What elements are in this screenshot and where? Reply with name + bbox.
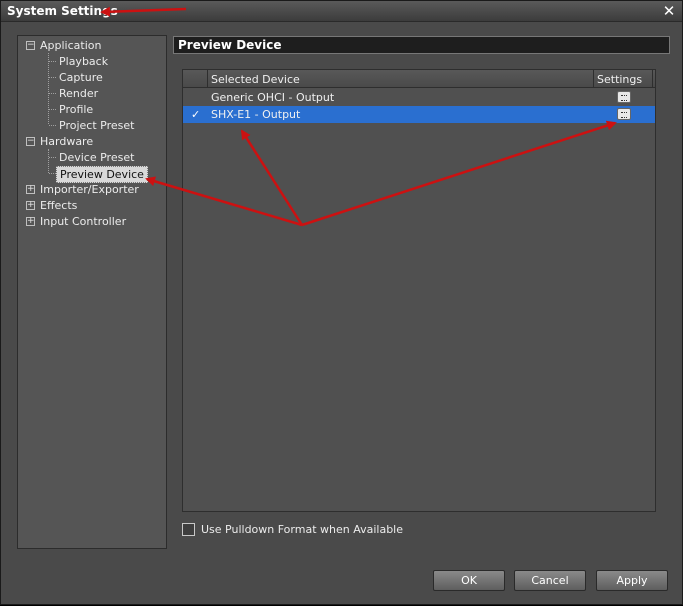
tree-item-label: Hardware [40,135,94,148]
tree-item-label: Input Controller [40,215,127,228]
settings-icon[interactable] [617,108,631,120]
pulldown-checkbox-label: Use Pulldown Format when Available [201,523,404,536]
tree-item-label: Profile [59,103,94,116]
tree-item-label: Project Preset [59,119,135,132]
tree-item-label: Effects [40,199,78,212]
tree-connector [49,125,56,126]
device-name: SHX-E1 - Output [211,108,301,121]
expand-icon[interactable]: + [26,185,35,194]
tree-item-label: Importer/Exporter [40,183,139,196]
device-row-generic-ohci[interactable]: Generic OHCI - Output [183,89,655,106]
tree-connector [48,149,49,173]
cancel-button[interactable]: Cancel [514,570,586,591]
tree-connector [49,61,56,62]
tree-connector [49,77,56,78]
tree-connector [49,157,56,158]
apply-button[interactable]: Apply [596,570,668,591]
column-divider [652,70,653,88]
device-row-shx-e1[interactable]: ✓ SHX-E1 - Output [183,106,655,123]
section-title: Preview Device [173,36,670,54]
ok-button[interactable]: OK [433,570,505,591]
checkmark-icon: ✓ [191,108,201,121]
tree-item-label: Device Preset [59,151,135,164]
window-title: System Settings [7,4,118,18]
system-settings-dialog: System Settings ✕ − Application Playback… [0,0,683,605]
column-divider [593,70,594,88]
column-header-settings[interactable]: Settings [597,73,642,86]
expand-icon[interactable]: + [26,217,35,226]
settings-icon[interactable] [617,91,631,103]
device-name: Generic OHCI - Output [211,91,335,104]
pulldown-checkbox[interactable] [182,523,195,536]
collapse-icon[interactable]: − [26,137,35,146]
title-bar[interactable]: System Settings ✕ [1,1,682,22]
tree-item-label: Playback [59,55,109,68]
column-header-selected-device[interactable]: Selected Device [211,73,300,86]
column-divider [207,70,208,88]
device-list: Selected Device Settings Generic OHCI - … [182,69,656,512]
tree-item-label: Preview Device [56,166,148,183]
settings-tree: − Application Playback Capture Render Pr… [17,35,167,549]
tree-connector [49,93,56,94]
list-header: Selected Device Settings [183,70,655,88]
tree-item-label: Render [59,87,99,100]
tree-connector [49,173,56,174]
tree-connector [49,109,56,110]
collapse-icon[interactable]: − [26,41,35,50]
tree-item-label: Capture [59,71,103,84]
tree-connector [48,53,49,124]
tree-item-label: Application [40,39,102,52]
close-icon[interactable]: ✕ [662,3,676,19]
expand-icon[interactable]: + [26,201,35,210]
